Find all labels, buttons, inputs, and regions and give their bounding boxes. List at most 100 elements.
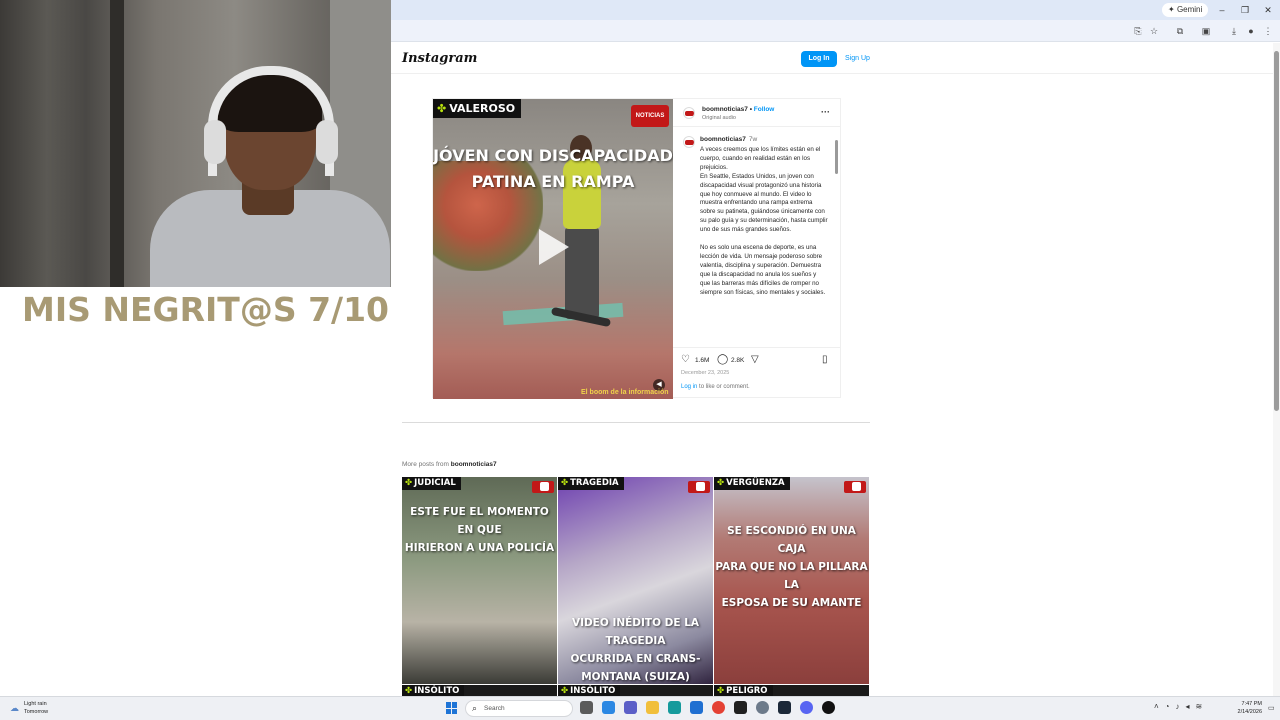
taskbar-search-placeholder: Search [484, 705, 505, 712]
grid-post-6-tag-label: PELIGRO [726, 686, 768, 696]
grid-post-2[interactable]: ✤ TRAGEDIA VIDEO INÉDITO DE LA TRAGEDIA O… [558, 477, 713, 684]
post-username[interactable]: boomnoticias7 [702, 106, 748, 113]
chrome-icon[interactable] [712, 701, 725, 714]
taskbar-search-box[interactable]: ⌕ Search [465, 700, 573, 717]
more-posts-grid: ✤ JUDICIAL ESTE FUE EL MOMENTO EN QUE HIR… [402, 477, 870, 696]
extensions-icon[interactable]: ⧉ [1173, 24, 1187, 38]
grid-post-2-tag-label: TRAGEDIA [570, 478, 619, 488]
store-icon[interactable] [690, 701, 703, 714]
video-tag-label: VALEROSO [449, 102, 516, 115]
gemini-button[interactable]: ✦ Gemini [1162, 3, 1209, 17]
play-icon[interactable] [539, 229, 569, 265]
audio-label[interactable]: Original audio [702, 115, 736, 121]
obs-icon[interactable] [822, 701, 835, 714]
chevron-up-icon[interactable]: ˄ [1154, 702, 1165, 711]
avatar[interactable] [683, 107, 695, 119]
clover-icon: ✤ [561, 478, 569, 488]
copilot-icon[interactable] [602, 701, 615, 714]
grid-post-6[interactable]: ✤ PELIGRO [714, 685, 869, 696]
headset [208, 66, 334, 176]
profile-icon[interactable]: ● [1244, 24, 1258, 38]
notification-icon[interactable]: ▭ [1268, 704, 1275, 712]
post-video[interactable]: ✤ VALEROSO NOTICIAS JÓVEN CON DISCAPACIDA… [433, 99, 673, 399]
grid-post-4-tag-label: INSÓLITO [414, 686, 460, 696]
clover-icon: ✤ [717, 686, 725, 696]
grid-post-3-tag-label: VERGÜENZA [726, 478, 785, 488]
share-icon[interactable]: ▽ [751, 354, 759, 365]
more-posts-prefix: More posts from [402, 461, 451, 468]
page-scroll-thumb[interactable] [1274, 51, 1279, 411]
grid-post-5[interactable]: ✤ INSÓLITO [558, 685, 713, 696]
stream-overlay-caption: MIS NEGRIT@S 7/10 [22, 290, 390, 329]
signup-link[interactable]: Sign Up [845, 51, 870, 67]
minimize-button[interactable]: – [1212, 2, 1232, 18]
grid-post-1[interactable]: ✤ JUDICIAL ESTE FUE EL MOMENTO EN QUE HIR… [402, 477, 557, 684]
caption-scrollbar[interactable] [835, 134, 839, 334]
post-actions: ♡ 1.6M ◯ 2.8K ▽ ▯ December 23, 2025 Log … [673, 347, 841, 397]
caption-avatar[interactable] [683, 136, 695, 148]
like-icon[interactable]: ♡ [681, 354, 690, 365]
clover-icon: ✤ [561, 686, 569, 696]
webcam-background-doorframe [110, 0, 124, 287]
grid-post-4[interactable]: ✤ INSÓLITO [402, 685, 557, 696]
skater-legs [565, 227, 599, 319]
caption-scroll-thumb[interactable] [835, 140, 838, 174]
weather-when: Tomorrow [24, 709, 49, 715]
login-prompt-link[interactable]: Log in [681, 384, 697, 390]
mic-icon[interactable]: ♪ [1176, 702, 1186, 711]
reel-icon [696, 482, 705, 491]
caption-author: boomnoticias7 7w [700, 136, 757, 143]
page-scrollbar[interactable] [1273, 43, 1280, 696]
grid-post-1-headline: ESTE FUE EL MOMENTO EN QUE HIRIERON A UN… [404, 506, 555, 554]
news-brand-logo: NOTICIAS [631, 105, 669, 127]
caption-username[interactable]: boomnoticias7 [700, 136, 746, 143]
grid-post-1-tag: ✤ JUDICIAL [402, 477, 461, 490]
volume-icon[interactable]: ◂ [1186, 702, 1196, 711]
system-tray[interactable]: ˄◔♪◂≋ [1154, 702, 1208, 711]
file-explorer-icon[interactable] [646, 701, 659, 714]
browser-titlebar: ✦ Gemini – ❐ ✕ [391, 0, 1280, 20]
instagram-logo[interactable]: Instagram [402, 51, 477, 66]
post-header: boomnoticias7 • Follow Original audio ··… [673, 99, 841, 127]
steam-icon[interactable] [778, 701, 791, 714]
teams-icon[interactable] [624, 701, 637, 714]
reel-icon [852, 482, 861, 491]
post-date: December 23, 2025 [681, 370, 730, 376]
bookmark-icon[interactable]: ▯ [822, 354, 828, 365]
sparkle-icon: ✦ [1168, 5, 1175, 14]
grid-post-3[interactable]: ✤ VERGÜENZA SE ESCONDIÓ EN UNA CAJA PARA … [714, 477, 869, 684]
grid-post-2-headline: VIDEO INÉDITO DE LA TRAGEDIA OCURRIDA EN… [570, 617, 701, 683]
taskbar-clock[interactable]: 7:47 PM 2/14/2026 [1226, 700, 1262, 716]
follow-button[interactable]: Follow [754, 106, 775, 113]
network-icon[interactable]: ◔ [1165, 702, 1176, 711]
grid-post-3-headline: SE ESCONDIÓ EN UNA CAJA PARA QUE NO LA P… [715, 525, 868, 609]
sidebar-icon[interactable]: ▣ [1199, 24, 1213, 38]
windows-start-icon[interactable] [446, 702, 458, 714]
video-category-tag: ✤ VALEROSO [433, 99, 522, 118]
caption-text: A veces creemos que los límites están en… [700, 146, 828, 296]
caption-time: 7w [748, 136, 758, 143]
grid-post-2-tag: ✤ TRAGEDIA [558, 477, 624, 490]
weather-text: Light rain Tomorrow [24, 700, 48, 716]
close-button[interactable]: ✕ [1258, 2, 1278, 18]
login-button[interactable]: Log In [801, 51, 837, 67]
game-app-icon[interactable] [734, 701, 747, 714]
download-icon[interactable]: ⤓ [1227, 24, 1241, 38]
discord-icon[interactable] [800, 701, 813, 714]
grid-post-1-tag-label: JUDICIAL [414, 478, 456, 488]
reel-icon [540, 482, 549, 491]
separator-dot: • [749, 106, 752, 113]
clock-date: 2/14/2026 [1237, 709, 1262, 715]
settings-icon[interactable] [756, 701, 769, 714]
menu-icon[interactable]: ⋮ [1261, 24, 1275, 38]
restore-button[interactable]: ❐ [1235, 2, 1255, 18]
comment-icon[interactable]: ◯ [717, 354, 728, 365]
install-icon[interactable]: ⎘ [1131, 24, 1145, 38]
edge-icon[interactable] [668, 701, 681, 714]
video-headline: JÓVEN CON DISCAPACIDAD PATINA EN RAMPA [433, 143, 673, 195]
more-posts-user[interactable]: boomnoticias7 [451, 461, 497, 468]
taskview-icon[interactable] [580, 701, 593, 714]
wifi-icon[interactable]: ≋ [1196, 702, 1209, 711]
more-options-icon[interactable]: ··· [821, 107, 830, 117]
star-icon[interactable]: ☆ [1147, 24, 1161, 38]
